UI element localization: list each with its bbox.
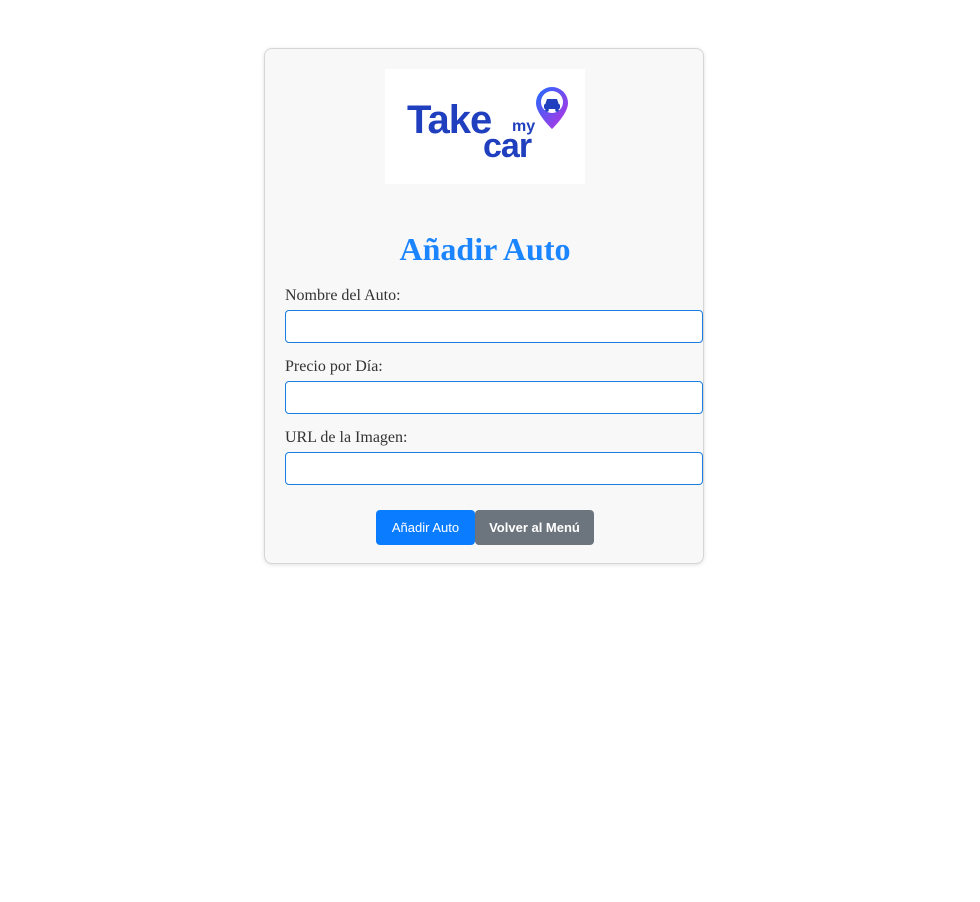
price-per-day-label: Precio por Día: bbox=[285, 358, 383, 375]
car-location-pin-icon bbox=[536, 87, 568, 129]
logo-word-car: car bbox=[483, 127, 532, 165]
back-to-menu-button[interactable]: Volver al Menú bbox=[475, 510, 594, 545]
car-name-input[interactable] bbox=[285, 310, 703, 343]
price-per-day-input[interactable] bbox=[285, 381, 703, 414]
take-my-car-logo: Take my car bbox=[385, 69, 585, 184]
image-url-input[interactable] bbox=[285, 452, 703, 485]
add-car-button[interactable]: Añadir Auto bbox=[376, 510, 475, 545]
car-name-label: Nombre del Auto: bbox=[285, 287, 401, 304]
logo-graphic: Take my car bbox=[407, 87, 568, 165]
page-title: Añadir Auto bbox=[399, 231, 571, 267]
logo-word-take: Take bbox=[407, 98, 491, 142]
image-url-label: URL de la Imagen: bbox=[285, 429, 408, 446]
add-car-card: Take my car Añadir Auto Nombre del Auto:… bbox=[264, 48, 704, 564]
